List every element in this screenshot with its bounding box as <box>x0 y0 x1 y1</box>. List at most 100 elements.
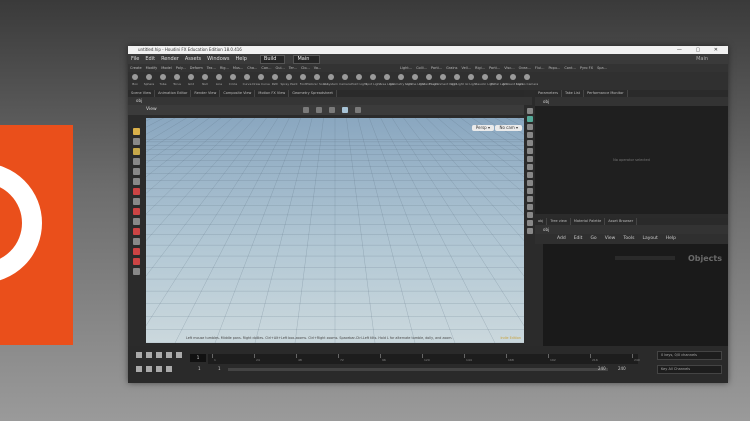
shelf-tab[interactable]: Parti... <box>429 64 444 72</box>
shelf-tab[interactable]: Cha... <box>245 64 259 72</box>
current-frame-field[interactable]: 1 <box>190 354 206 362</box>
shelf-tab[interactable]: Gui... <box>274 64 287 72</box>
scale-tool-icon[interactable] <box>132 158 140 165</box>
primitive-icon[interactable] <box>527 180 533 186</box>
select-mode-icon[interactable] <box>303 107 309 113</box>
shelf-tab[interactable]: Light... <box>398 64 414 72</box>
window-controls[interactable]: — ▢ ✕ <box>677 46 724 54</box>
network-menu-tools[interactable]: Tools <box>619 234 638 244</box>
shelf-tab[interactable]: Rig... <box>218 64 231 72</box>
transform-icon[interactable] <box>316 107 322 113</box>
wireframe-icon[interactable] <box>527 132 533 138</box>
play-icon[interactable] <box>166 352 172 358</box>
persp-menu[interactable]: Persp ▾ <box>471 125 494 131</box>
key-all-channels[interactable]: Key All Channels <box>657 365 722 374</box>
tab-parameters[interactable]: Parameters <box>535 90 563 97</box>
shelf-tool[interactable]: Stereo Camera <box>516 72 538 90</box>
menu-render[interactable]: Render <box>158 54 182 64</box>
shelf-tool[interactable]: Null <box>198 72 212 90</box>
tab-material-palette[interactable]: Material Palette <box>571 218 606 225</box>
shelf-tool[interactable]: Caustic Light <box>475 72 495 90</box>
shelf-tool[interactable]: Portal Light <box>490 72 508 90</box>
shelf-tab[interactable]: Tex... <box>205 64 218 72</box>
shelf-tab[interactable]: Ocea... <box>517 64 533 72</box>
shelf-tab[interactable]: Create <box>128 64 144 72</box>
tab-geometry-spreadsheet[interactable]: Geometry Spreadsheet <box>289 90 337 97</box>
shelf-tab[interactable]: Grains <box>444 64 459 72</box>
light-tool-icon[interactable] <box>132 248 140 255</box>
menu-file[interactable]: File <box>128 54 142 64</box>
shelf-tab[interactable]: Deform <box>188 64 205 72</box>
edge-icon[interactable] <box>527 196 533 202</box>
shelf-tool[interactable]: Box <box>128 72 142 90</box>
scene-path-bar[interactable]: obj <box>128 97 532 105</box>
shelf-tab[interactable]: Model <box>159 64 174 72</box>
snap-tool-icon[interactable] <box>132 208 140 215</box>
network-menu-edit[interactable]: Edit <box>570 234 587 244</box>
timeline-ruler[interactable]: 1 24 48 72 96 120 144 168 192 216 240 <box>208 354 640 364</box>
shelf-tab[interactable]: Cont... <box>562 64 578 72</box>
stop-icon[interactable] <box>156 352 162 358</box>
scene-viewport[interactable]: Persp ▾ No cam ▾ Left mouse tumbles. Mid… <box>146 118 524 343</box>
shelf-tool[interactable]: Volume Light <box>405 72 425 90</box>
pose-tool-icon[interactable] <box>132 178 140 185</box>
shelf-tool[interactable]: Sky Light <box>450 72 464 90</box>
points-icon[interactable] <box>527 172 533 178</box>
shelf-tab[interactable]: Colli... <box>414 64 429 72</box>
shelf-tool[interactable]: Font <box>296 72 310 90</box>
params-path-bar[interactable]: obj <box>535 97 728 106</box>
shelf-tool[interactable]: Environment Light <box>429 72 457 90</box>
hidden-icon[interactable] <box>527 204 533 210</box>
range-start[interactable]: 1 <box>198 366 201 371</box>
tab-render-view[interactable]: Render View <box>191 90 221 97</box>
shelf-tab[interactable]: Flui... <box>533 64 547 72</box>
template-icon[interactable] <box>527 148 533 154</box>
group-tool-icon[interactable] <box>132 218 140 225</box>
network-path-bar[interactable]: obj <box>535 225 728 234</box>
jump-start-icon[interactable] <box>136 352 142 358</box>
menu-edit[interactable]: Edit <box>142 54 158 64</box>
shelf-tool[interactable]: Spot Light <box>365 72 381 90</box>
view-tool-icon[interactable] <box>132 198 140 205</box>
shelf-tool[interactable]: Line <box>212 72 226 90</box>
shelf-tool[interactable]: Draw Curve <box>252 72 270 90</box>
shelf-tool[interactable]: Camera <box>338 72 352 90</box>
shelf-tab[interactable]: Vell... <box>459 64 473 72</box>
shading-icon[interactable] <box>527 124 533 130</box>
grid-icon[interactable] <box>527 212 533 218</box>
measure-tool-icon[interactable] <box>132 268 140 275</box>
tab-network-obj[interactable]: obj <box>535 218 548 225</box>
network-editor[interactable]: Objects <box>535 244 728 349</box>
tab-asset-browser[interactable]: Asset Browser <box>605 218 638 225</box>
range-slider[interactable] <box>228 368 608 371</box>
display-options-icon[interactable] <box>527 108 533 114</box>
tab-take-list[interactable]: Take List <box>562 90 585 97</box>
shelf-tab[interactable]: Visc... <box>502 64 516 72</box>
shelf-tool[interactable]: Geometry Light <box>389 72 413 90</box>
shelf-tab[interactable]: Con... <box>259 64 273 72</box>
paint-tool-icon[interactable] <box>132 228 140 235</box>
shelf-tab[interactable]: Popu... <box>546 64 562 72</box>
ghost-icon[interactable] <box>527 156 533 162</box>
tab-performance-monitor[interactable]: Performance Monitor <box>584 90 628 97</box>
range-end[interactable]: 240 <box>598 366 606 371</box>
lighting-icon[interactable] <box>527 116 533 122</box>
render-tool-icon[interactable] <box>132 258 140 265</box>
network-path[interactable]: obj <box>543 227 549 232</box>
handle-tool-icon[interactable] <box>132 168 140 175</box>
network-menu-add[interactable]: Add <box>553 234 570 244</box>
camera-tool-icon[interactable] <box>132 238 140 245</box>
tab-animation-editor[interactable]: Animation Editor <box>155 90 192 97</box>
shelf-tool[interactable]: Circle <box>226 72 240 90</box>
desktop-select[interactable]: Build <box>259 54 286 64</box>
range-start-2[interactable]: 1 <box>218 366 221 371</box>
step-back-icon[interactable] <box>146 352 152 358</box>
shelf-tab[interactable]: Poly... <box>174 64 188 72</box>
move-tool-icon[interactable] <box>132 138 140 145</box>
tab-tree-view[interactable]: Tree view <box>547 218 571 225</box>
normals-icon[interactable] <box>527 164 533 170</box>
main-select[interactable]: Main <box>293 54 321 64</box>
realtime-icon[interactable] <box>136 366 142 372</box>
shelf-tab[interactable]: Spa... <box>595 64 609 72</box>
tab-scene-view[interactable]: Scene View <box>128 90 156 97</box>
